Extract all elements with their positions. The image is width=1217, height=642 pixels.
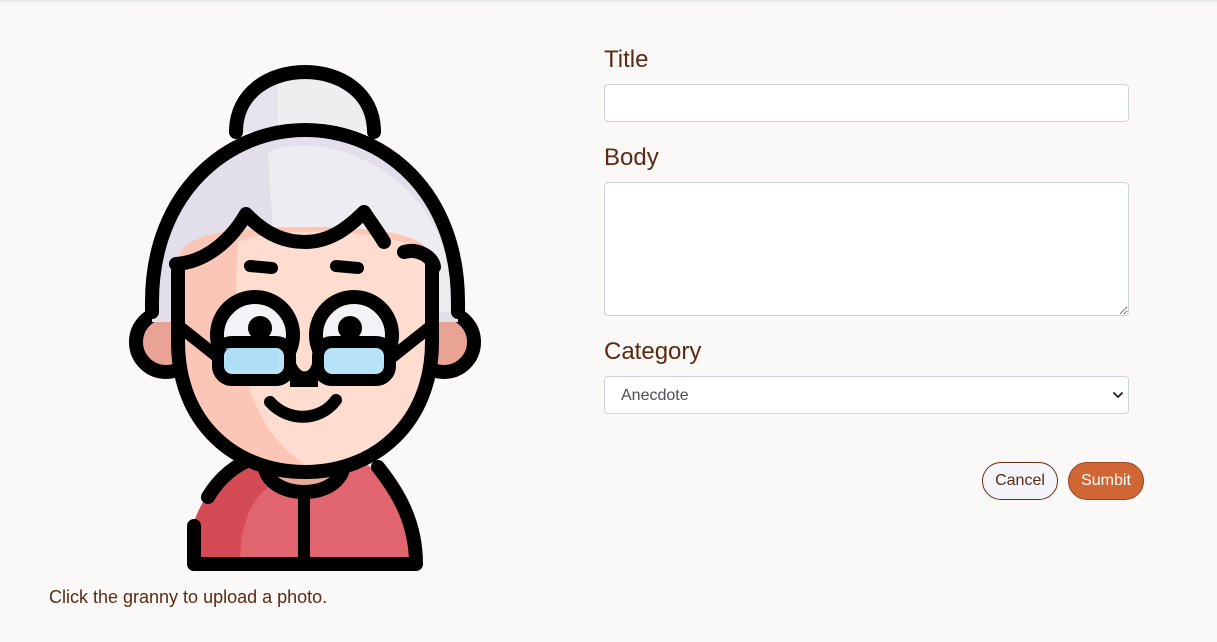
granny-avatar-icon [129, 65, 481, 571]
cancel-button[interactable]: Cancel [982, 462, 1058, 500]
body-label: Body [604, 144, 659, 171]
title-label: Title [604, 46, 649, 73]
category-select[interactable]: Anecdote [604, 376, 1129, 414]
upload-hint: Click the granny to upload a photo. [49, 587, 328, 607]
submit-button[interactable]: Sumbit [1068, 462, 1144, 500]
granny-photo-upload[interactable] [128, 52, 482, 572]
body-textarea[interactable] [604, 182, 1129, 316]
title-input[interactable] [604, 84, 1129, 122]
category-label: Category [604, 338, 702, 365]
top-shadow [0, 0, 1217, 4]
